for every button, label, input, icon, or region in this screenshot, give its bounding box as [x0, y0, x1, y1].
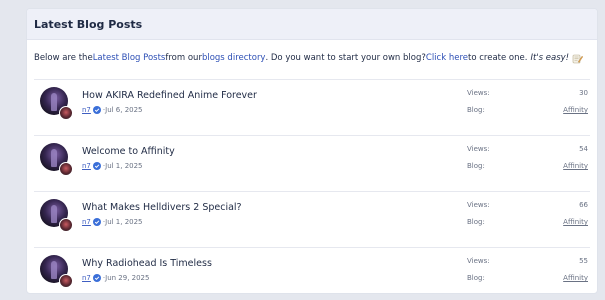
post-title-link[interactable]: How AKIRA Redefined Anime Forever	[82, 90, 257, 101]
post-date: Jul 1, 2025	[105, 218, 143, 226]
verified-icon	[92, 218, 101, 226]
list-item: Why Radiohead Is Timeless n7 · Jun 29, 2…	[34, 247, 590, 293]
author-link[interactable]: n7	[82, 218, 91, 226]
panel-header: Latest Blog Posts	[27, 9, 597, 40]
views-value: 30	[579, 89, 588, 97]
avatar-figure	[51, 205, 57, 223]
blog-avatar-badge	[59, 274, 73, 288]
post-meta: n7 · Jul 6, 2025	[82, 106, 143, 114]
blog-label: Blog:	[467, 274, 485, 282]
list-item: What Makes Helldivers 2 Special? n7 · Ju…	[34, 191, 590, 247]
post-date: Jul 6, 2025	[105, 106, 143, 114]
post-date: Jun 29, 2025	[105, 274, 150, 282]
blog-name-link[interactable]: Affinity	[563, 218, 588, 226]
post-title-link[interactable]: What Makes Helldivers 2 Special?	[82, 202, 242, 213]
author-link[interactable]: n7	[82, 162, 91, 170]
blog-avatar-badge	[59, 218, 73, 232]
intro-text-3: . Do you want to start your own blog?	[265, 53, 426, 63]
list-item: Welcome to Affinity n7 · Jul 1, 2025 Vie…	[34, 135, 590, 191]
blog-name-link[interactable]: Affinity	[563, 274, 588, 282]
blog-label: Blog:	[467, 106, 485, 114]
intro-text-4: to create one.	[468, 53, 528, 63]
post-title-link[interactable]: Why Radiohead Is Timeless	[82, 258, 212, 269]
intro-text-2: from our	[165, 53, 202, 63]
post-date: Jul 1, 2025	[105, 162, 143, 170]
post-meta: n7 · Jul 1, 2025	[82, 162, 143, 170]
avatar[interactable]	[40, 143, 73, 176]
views-value: 66	[579, 201, 588, 209]
avatar[interactable]	[40, 255, 73, 288]
avatar-figure	[51, 93, 57, 111]
click-here-link[interactable]: Click here	[426, 53, 468, 63]
author-link[interactable]: n7	[82, 274, 91, 282]
avatar[interactable]	[40, 87, 73, 120]
blog-post-list: How AKIRA Redefined Anime Forever n7 · J…	[27, 79, 597, 293]
blog-name-link[interactable]: Affinity	[563, 162, 588, 170]
writing-hand-icon	[572, 53, 584, 64]
views-label: Views:	[467, 89, 490, 97]
blogs-directory-link[interactable]: blogs directory	[202, 53, 266, 63]
views-label: Views:	[467, 201, 490, 209]
panel-title: Latest Blog Posts	[34, 17, 143, 31]
intro-text-1: Below are the	[34, 53, 93, 63]
avatar[interactable]	[40, 199, 73, 232]
verified-icon	[92, 162, 101, 170]
verified-icon	[92, 106, 101, 114]
views-value: 55	[579, 257, 588, 265]
post-title-link[interactable]: Welcome to Affinity	[82, 146, 175, 157]
author-link[interactable]: n7	[82, 106, 91, 114]
views-label: Views:	[467, 145, 490, 153]
post-meta: n7 · Jun 29, 2025	[82, 274, 149, 282]
its-easy-text: It's easy!	[530, 53, 570, 63]
blog-name-link[interactable]: Affinity	[563, 106, 588, 114]
avatar-figure	[51, 261, 57, 279]
verified-icon	[92, 274, 101, 282]
views-value: 54	[579, 145, 588, 153]
list-item: How AKIRA Redefined Anime Forever n7 · J…	[34, 79, 590, 135]
latest-blog-posts-panel: Latest Blog Posts Below are the Latest B…	[26, 8, 598, 294]
avatar-figure	[51, 149, 57, 167]
blog-label: Blog:	[467, 218, 485, 226]
views-label: Views:	[467, 257, 490, 265]
blog-label: Blog:	[467, 162, 485, 170]
blog-avatar-badge	[59, 162, 73, 176]
blog-avatar-badge	[59, 106, 73, 120]
intro-text: Below are the Latest Blog Posts from our…	[27, 40, 597, 76]
latest-blog-posts-link[interactable]: Latest Blog Posts	[93, 53, 166, 63]
post-meta: n7 · Jul 1, 2025	[82, 218, 143, 226]
